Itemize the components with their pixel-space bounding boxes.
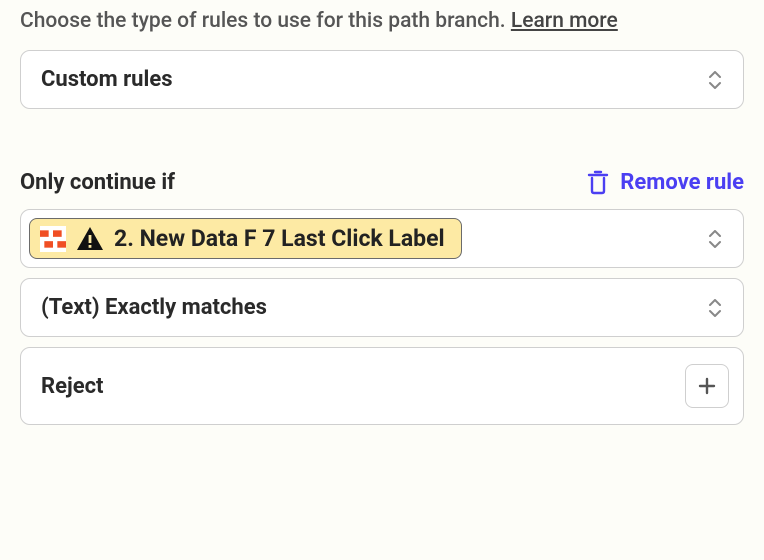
remove-rule-button[interactable]: Remove rule [586,169,744,195]
field-pill-label: 2. New Data F 7 Last Click Label [114,225,445,252]
updown-icon [707,299,723,317]
condition-header: Only continue if Remove rule [20,169,744,195]
zapier-paths-icon [40,226,66,252]
intro-text: Choose the type of rules to use for this… [20,6,744,36]
trash-icon [586,169,610,195]
condition-value-text: Reject [41,374,673,399]
condition-operator-select[interactable]: (Text) Exactly matches [20,278,744,337]
updown-icon [707,71,723,89]
rule-type-select[interactable]: Custom rules [20,50,744,109]
plus-icon [697,376,717,396]
updown-icon [707,230,723,248]
learn-more-link[interactable]: Learn more [511,9,618,33]
operator-label: (Text) Exactly matches [41,295,267,320]
intro-text-span: Choose the type of rules to use for this… [20,9,511,33]
remove-rule-label: Remove rule [620,170,744,195]
field-pill: 2. New Data F 7 Last Click Label [29,218,462,259]
rule-type-label: Custom rules [41,67,173,92]
warning-icon [76,226,104,252]
add-value-button[interactable] [685,364,729,408]
condition-heading: Only continue if [20,170,175,195]
condition-field-select[interactable]: 2. New Data F 7 Last Click Label [20,209,744,268]
condition-value-row[interactable]: Reject [20,347,744,425]
